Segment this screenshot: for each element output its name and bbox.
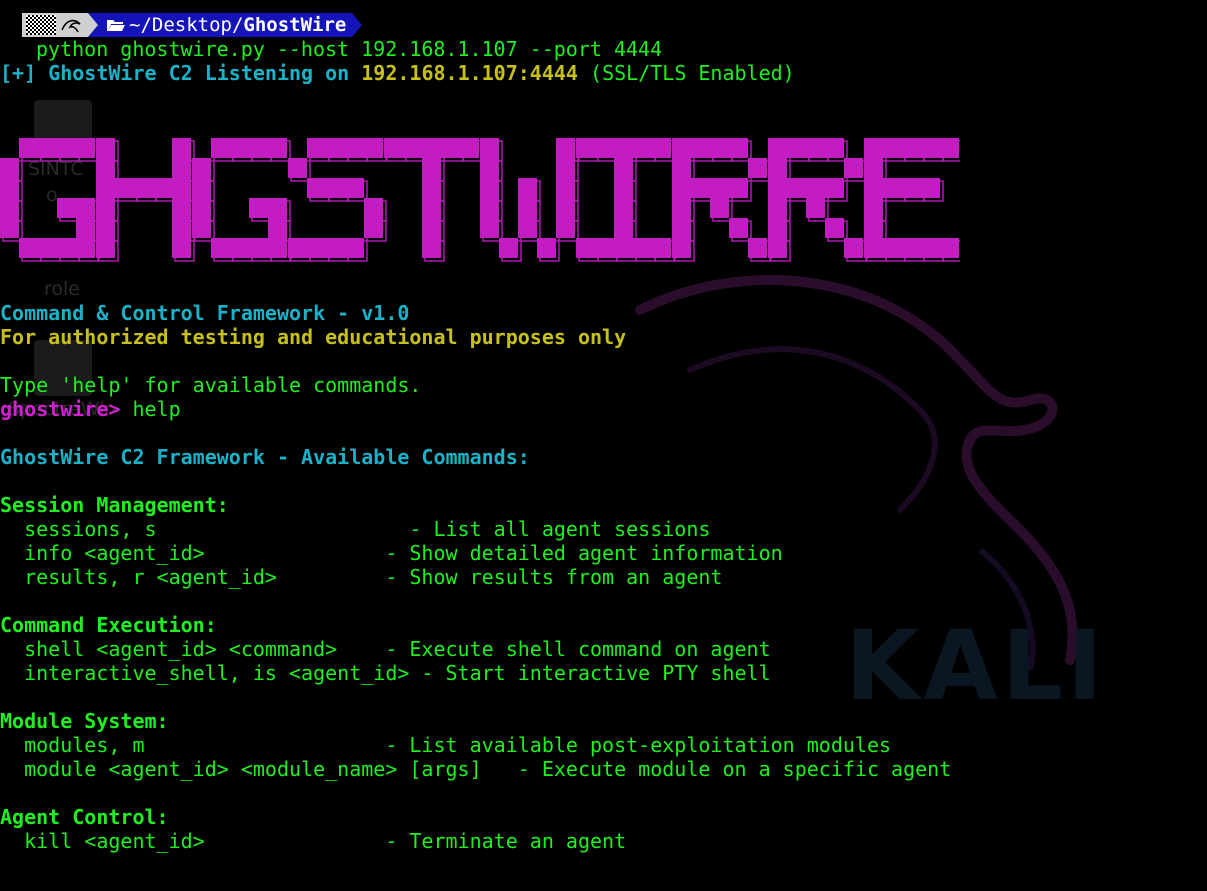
- help-entry: module <agent_id> <module_name> [args] -…: [0, 757, 952, 781]
- banner-letter: [384, 138, 483, 262]
- hint-line: Type 'help' for available commands.: [0, 373, 422, 397]
- terminal-output[interactable]: python ghostwire.py --host 192.168.1.107…: [0, 37, 1207, 85]
- command-line: python ghostwire.py --host 192.168.1.107…: [36, 37, 663, 61]
- help-entry: shell <agent_id> <command> - Execute she…: [0, 637, 771, 661]
- prompt-separator: [352, 13, 363, 37]
- prompt-separator: [88, 13, 98, 37]
- banner-letter: [768, 138, 867, 262]
- prompt-bar: ~/Desktop/GhostWire: [22, 13, 363, 37]
- prompt-dir-name: GhostWire: [243, 14, 347, 36]
- banner-letter: [672, 138, 771, 262]
- listen-prefix: [+] GhostWire C2 Listening on: [0, 61, 362, 85]
- banner-letter: [576, 138, 675, 262]
- help-entry: kill <agent_id> - Terminate an agent: [0, 829, 627, 853]
- shell-prompt: ghostwire>: [0, 397, 121, 421]
- section-heading: Command Execution:: [0, 613, 217, 637]
- section-heading: Agent Control:: [0, 805, 169, 829]
- listen-line: [+] GhostWire C2 Listening on 192.168.1.…: [0, 61, 1207, 85]
- ascii-banner: [0, 130, 960, 270]
- banner-letter: [0, 138, 99, 262]
- section-heading: Module System:: [0, 709, 169, 733]
- checker-icon: [26, 15, 56, 35]
- framework-line: Command & Control Framework - v1.0: [0, 301, 410, 325]
- prompt-dir-prefix: ~/Desktop/: [129, 14, 244, 36]
- help-entry: info <agent_id> - Show detailed agent in…: [0, 541, 783, 565]
- help-entry: results, r <agent_id> - Show results fro…: [0, 565, 723, 589]
- help-title: GhostWire C2 Framework - Available Comma…: [0, 445, 530, 469]
- listen-address: 192.168.1.107:4444: [361, 61, 578, 85]
- listen-suffix: (SSL/TLS Enabled): [577, 61, 795, 85]
- shell-prompt-line: ghostwire> help: [0, 397, 1207, 421]
- banner-letter: [864, 138, 960, 262]
- folder-open-icon: [107, 20, 125, 31]
- kali-dragon-icon: [61, 19, 81, 33]
- help-entry: interactive_shell, is <agent_id> - Start…: [0, 661, 771, 685]
- banner-letter: [480, 138, 579, 262]
- section-heading: Session Management:: [0, 493, 229, 517]
- prompt-dir-segment: ~/Desktop/GhostWire: [98, 13, 353, 37]
- entered-command: help: [120, 397, 181, 421]
- prompt-user-segment: [22, 13, 88, 37]
- help-entry: sessions, s - List all agent sessions: [0, 517, 711, 541]
- desktop-icon-label: role: [44, 278, 80, 300]
- banner-letter: [288, 138, 387, 262]
- banner-letter: [192, 138, 291, 262]
- help-entry: modules, m - List available post-exploit…: [0, 733, 892, 757]
- help-output[interactable]: Command & Control Framework - v1.0 For a…: [0, 301, 1207, 853]
- disclaimer-line: For authorized testing and educational p…: [0, 325, 627, 349]
- banner-letter: [96, 138, 195, 262]
